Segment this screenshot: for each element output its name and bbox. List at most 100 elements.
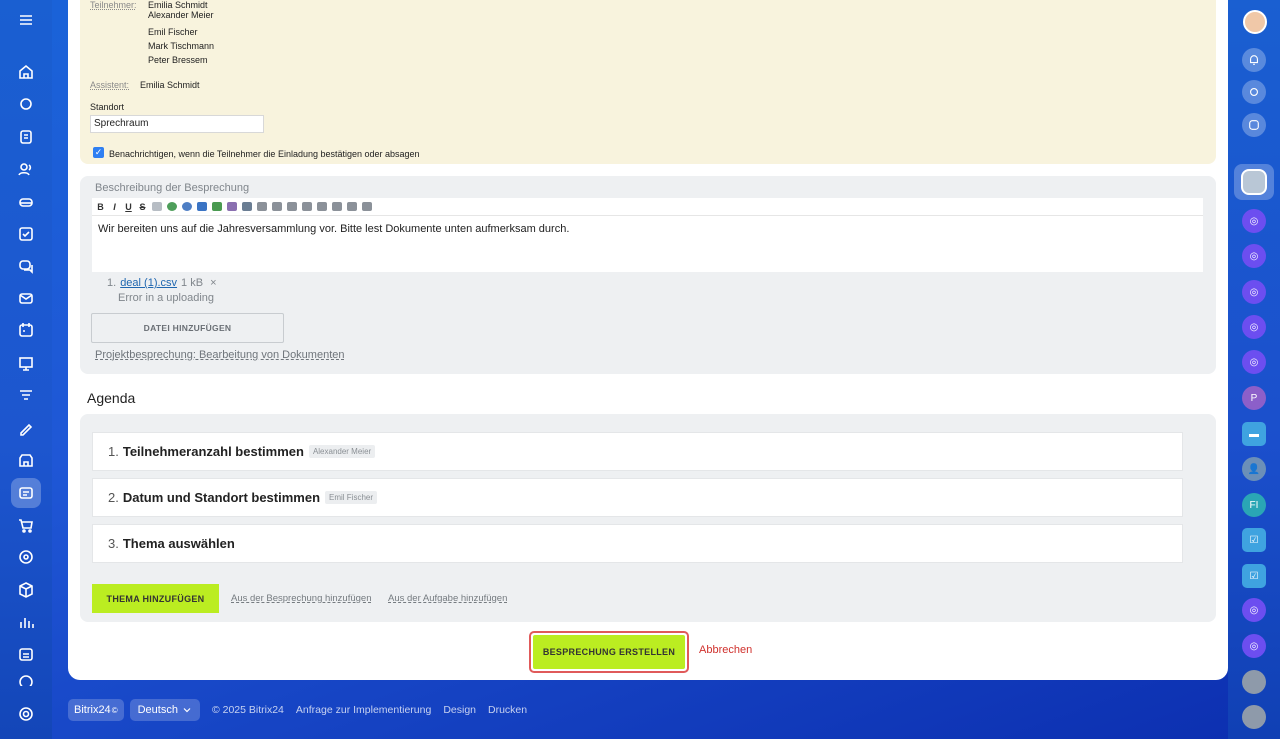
tasks-icon[interactable] — [11, 219, 41, 249]
copilot-chat-icon-7[interactable]: ◎ — [1242, 634, 1266, 658]
user-avatar[interactable] — [1243, 10, 1267, 34]
funnel-icon[interactable] — [11, 381, 41, 411]
create-meeting-button[interactable]: BESPRECHUNG ERSTELLEN — [533, 635, 685, 669]
agenda-heading: Agenda — [87, 390, 136, 406]
align-icon[interactable] — [257, 202, 267, 211]
spellcheck-icon[interactable] — [242, 202, 252, 211]
agenda-item-title: Datum und Standort bestimmen — [122, 490, 321, 505]
chat-icon[interactable] — [11, 251, 41, 281]
agenda-item[interactable]: 2. Datum und Standort bestimmen Emil Fis… — [92, 478, 1183, 517]
task-chat-icon-2[interactable]: ☑ — [1242, 564, 1266, 588]
meetings-icon[interactable] — [11, 478, 41, 508]
agenda-item[interactable]: 1. Teilnehmeranzahl bestimmen Alexander … — [92, 432, 1183, 471]
copilot-chat-icon-2[interactable]: ◎ — [1242, 244, 1266, 268]
search-chat-icon[interactable] — [1242, 113, 1266, 137]
bold-button[interactable]: B — [96, 202, 105, 212]
image-icon[interactable] — [197, 202, 207, 211]
link-icon[interactable] — [167, 202, 177, 211]
notify-checkbox[interactable]: ✓ — [93, 147, 104, 158]
description-label: Beschreibung der Besprechung — [95, 182, 250, 194]
italic-button[interactable]: I — [110, 202, 119, 212]
analytics-icon[interactable] — [11, 607, 41, 637]
font-size-icon[interactable] — [347, 202, 357, 211]
agenda-item-number: 3. — [108, 536, 119, 551]
file-remove-button[interactable]: × — [210, 277, 216, 289]
sign-icon[interactable] — [11, 413, 41, 443]
add-from-task-link[interactable]: Aus der Aufgabe hinzufügen — [388, 593, 507, 604]
footer: Bitrix24 © Deutsch © 2025 Bitrix24 Anfra… — [68, 699, 527, 721]
participants-list: Emilia Schmidt Alexander Meier Emil Fisc… — [148, 0, 214, 67]
assistant-name: Emilia Schmidt — [140, 80, 200, 90]
numbered-list-icon[interactable] — [272, 202, 282, 211]
file-row: 1. deal (1).csv 1 kB × — [107, 277, 217, 289]
copilot-chat-icon-5[interactable]: ◎ — [1242, 350, 1266, 374]
description-editor[interactable]: Wir bereiten uns auf die Jahresversammlu… — [92, 216, 1203, 272]
group-avatar[interactable]: 👤 — [1242, 457, 1266, 481]
agenda-item-title: Teilnehmeranzahl bestimmen — [122, 444, 304, 459]
contact-initial-fi[interactable]: FI — [1242, 493, 1266, 517]
store-icon[interactable] — [11, 445, 41, 475]
disk-icon[interactable] — [11, 187, 41, 217]
editor-toolbar: B I U S — [92, 198, 1203, 216]
participants-section: Teilnehmer: Emilia Schmidt Alexander Mei… — [80, 0, 1216, 164]
copilot-chat-icon-3[interactable]: ◎ — [1242, 280, 1266, 304]
participant-name: Emilia Schmidt — [148, 0, 208, 10]
document-icon[interactable] — [11, 122, 41, 152]
chat-avatar-9[interactable] — [1242, 705, 1266, 729]
file-link[interactable]: deal (1).csv — [120, 277, 177, 289]
planner-icon[interactable] — [11, 639, 41, 669]
copilot-icon[interactable] — [1242, 80, 1266, 104]
heading-icon[interactable] — [332, 202, 342, 211]
footer-copyright: © 2025 Bitrix24 — [211, 704, 284, 716]
outdent-icon[interactable] — [302, 202, 312, 211]
copilot-chat-icon-6[interactable]: ◎ — [1242, 598, 1266, 622]
language-select[interactable]: Deutsch — [129, 699, 200, 721]
font-color-icon[interactable] — [362, 202, 372, 211]
eraser-icon[interactable] — [152, 202, 162, 211]
cart-icon[interactable] — [11, 510, 41, 540]
home-icon[interactable] — [11, 57, 41, 87]
add-file-button[interactable]: DATEI HINZUFÜGEN — [91, 313, 284, 343]
contact-initial-p[interactable]: P — [1242, 386, 1266, 410]
add-topic-button[interactable]: THEMA HINZUFÜGEN — [92, 584, 219, 613]
footer-link-design[interactable]: Design — [443, 704, 476, 716]
footer-link-print[interactable]: Drucken — [488, 704, 527, 716]
mail-icon[interactable] — [11, 283, 41, 313]
box-icon[interactable] — [11, 575, 41, 605]
video-icon[interactable] — [212, 202, 222, 211]
calendar-icon[interactable] — [11, 315, 41, 345]
copilot-chat-icon-4[interactable]: ◎ — [1242, 315, 1266, 339]
task-chat-icon-1[interactable]: ☑ — [1242, 528, 1266, 552]
project-link[interactable]: Projektbesprechung: Bearbeitung von Doku… — [95, 349, 345, 361]
strike-button[interactable]: S — [138, 202, 147, 212]
indent-icon[interactable] — [317, 202, 327, 211]
settings-icon[interactable] — [11, 699, 41, 729]
location-input[interactable]: Sprechraum — [90, 115, 264, 133]
menu-icon[interactable] — [11, 5, 41, 35]
table-icon[interactable] — [227, 202, 237, 211]
target-icon[interactable] — [11, 542, 41, 572]
create-button-highlight: BESPRECHUNG ERSTELLEN — [529, 631, 689, 673]
presentation-icon[interactable] — [11, 349, 41, 379]
brand-badge[interactable]: Bitrix24 © — [68, 699, 124, 721]
unlink-icon[interactable] — [182, 202, 192, 211]
chat-avatar-8[interactable] — [1242, 670, 1266, 694]
contacts-icon[interactable] — [11, 154, 41, 184]
feed-icon[interactable] — [11, 89, 41, 119]
location-label: Standort — [90, 102, 125, 112]
agenda-item[interactable]: 3. Thema auswählen — [92, 524, 1183, 563]
agenda-section: 1. Teilnehmeranzahl bestimmen Alexander … — [80, 414, 1216, 622]
file-index: 1. — [107, 277, 117, 289]
cancel-link[interactable]: Abbrechen — [699, 644, 752, 656]
footer-link-implementation[interactable]: Anfrage zur Implementierung — [296, 704, 431, 716]
add-from-meeting-link[interactable]: Aus der Besprechung hinzufügen — [231, 593, 372, 604]
chevron-down-icon — [183, 708, 191, 713]
general-chat-icon[interactable]: ▬ — [1242, 422, 1266, 446]
contact-avatar-selected[interactable] — [1241, 169, 1267, 195]
more-icon[interactable] — [11, 672, 41, 686]
bell-icon[interactable] — [1242, 48, 1266, 72]
copilot-chat-icon-1[interactable]: ◎ — [1242, 209, 1266, 233]
underline-button[interactable]: U — [124, 202, 133, 212]
agenda-item-responsible: Emil Fischer — [325, 491, 378, 504]
bullet-list-icon[interactable] — [287, 202, 297, 211]
